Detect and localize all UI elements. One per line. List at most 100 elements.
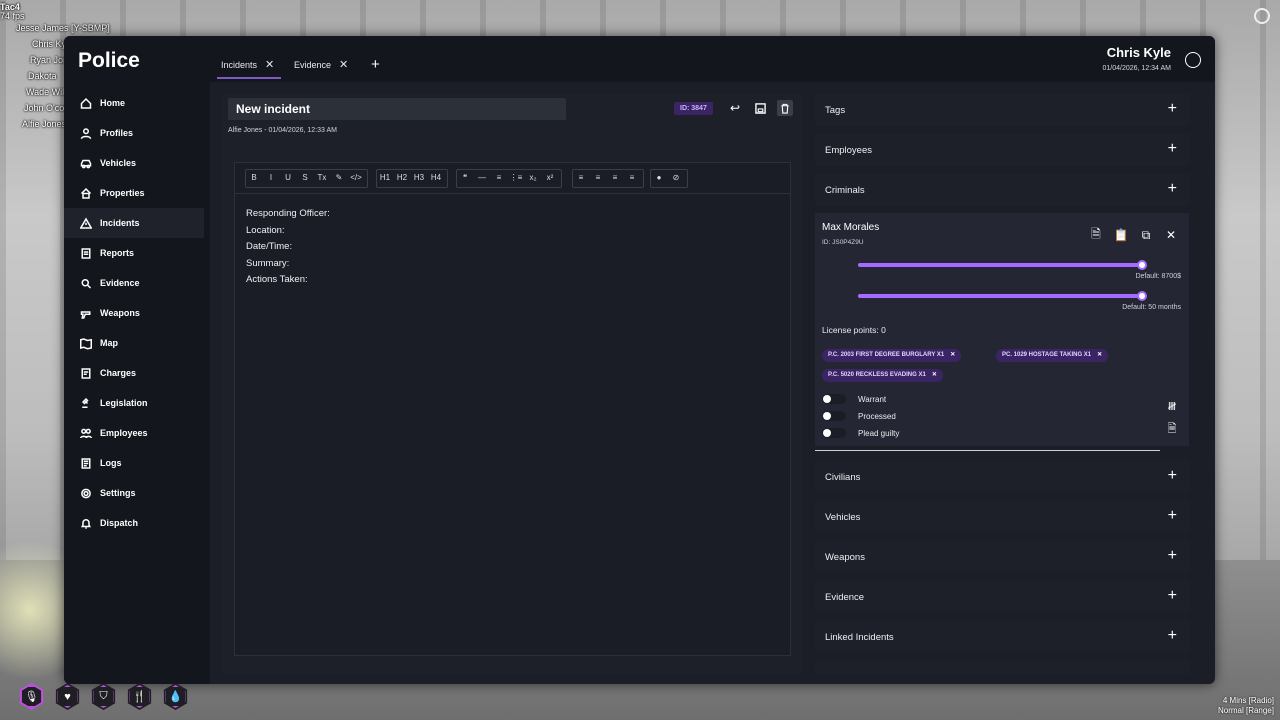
toggle-switch[interactable] — [822, 428, 846, 438]
section-label: Weapons — [825, 551, 865, 563]
toolbar-button[interactable]: I — [264, 171, 278, 185]
sidebar-item-evidence[interactable]: Evidence — [64, 268, 210, 298]
sidebar-item-settings[interactable]: Settings — [64, 478, 210, 508]
toolbar-button[interactable]: H2 — [395, 171, 409, 185]
criminal-card: Max Morales ID: JS0P4Z9U 🗎 📋 ⧉ ✕ Default… — [815, 213, 1189, 446]
account-icon[interactable] — [1185, 52, 1201, 68]
sidebar-item-map[interactable]: Map — [64, 328, 210, 358]
close-icon[interactable]: ✕ — [265, 58, 274, 71]
plus-icon[interactable]: + — [1168, 180, 1177, 198]
section-weapons[interactable]: Weapons + — [815, 541, 1189, 573]
toolbar-button[interactable]: Tx — [315, 171, 329, 185]
section-employees[interactable]: Employees + — [815, 134, 1189, 166]
toolbar-button[interactable]: H1 — [378, 171, 392, 185]
section-evidence[interactable]: Evidence + — [815, 581, 1189, 613]
clipboard-icon[interactable]: 📋 — [1113, 227, 1129, 243]
document-icon[interactable]: 🗎 — [1088, 227, 1104, 243]
toolbar-button[interactable]: U — [281, 171, 295, 185]
close-icon[interactable]: ✕ — [1097, 352, 1102, 358]
sidebar-item-employees[interactable]: Employees — [64, 418, 210, 448]
close-icon[interactable]: ✕ — [339, 58, 348, 71]
plus-icon[interactable]: + — [1168, 507, 1177, 525]
sidebar-item-reports[interactable]: Reports — [64, 238, 210, 268]
editor-content[interactable]: Responding Officer: Location: Date/Time: Su… — [246, 206, 330, 289]
tab-label: Incidents — [221, 59, 258, 70]
toolbar-button[interactable]: H3 — [412, 171, 426, 185]
incident-id-badge: ID: 3847 — [674, 102, 713, 115]
toolbar-button[interactable]: ≡ — [591, 171, 605, 185]
toolbar-button[interactable]: B — [247, 171, 261, 185]
section-criminals[interactable]: Criminals + — [815, 174, 1189, 206]
plus-icon[interactable]: + — [1168, 467, 1177, 485]
sidebar-item-label: Logs — [100, 458, 122, 468]
toggle-warrant[interactable]: Warrant — [822, 394, 886, 404]
undo-icon[interactable]: ↩ — [727, 100, 743, 116]
toggle-label: Warrant — [858, 394, 887, 404]
add-tab-button[interactable]: + — [371, 56, 380, 73]
copy-icon[interactable]: ⧉ — [1138, 227, 1154, 243]
close-icon[interactable]: ✕ — [1163, 227, 1179, 243]
plus-icon[interactable]: + — [1168, 140, 1177, 158]
jail-slider-handle[interactable] — [1137, 291, 1147, 301]
plus-icon[interactable]: + — [1168, 100, 1177, 118]
toolbar-button[interactable]: ≡ — [625, 171, 639, 185]
sidebar-item-properties[interactable]: Properties — [64, 178, 210, 208]
sidebar-item-weapons[interactable]: Weapons — [64, 298, 210, 328]
toolbar-button[interactable]: x₂ — [526, 171, 540, 185]
tab-evidence[interactable]: Evidence ✕ — [294, 58, 348, 71]
overlay-fps: 74 fps — [0, 11, 25, 21]
close-icon[interactable]: ✕ — [932, 372, 937, 378]
warning-icon — [80, 217, 92, 229]
plus-icon[interactable]: + — [1168, 587, 1177, 605]
toolbar-button[interactable]: ✎ — [332, 171, 346, 185]
charge-label: PC. 1029 HOSTAGE TAKING X1 — [1002, 352, 1092, 358]
jail-slider[interactable] — [858, 291, 1147, 301]
toolbar-button[interactable]: ● — [652, 171, 666, 185]
close-icon[interactable]: ✕ — [950, 352, 955, 358]
section-tags[interactable]: Tags + — [815, 94, 1189, 126]
sidebar-item-legislation[interactable]: Legislation — [64, 388, 210, 418]
toolbar-button[interactable]: ≡ — [608, 171, 622, 185]
fine-slider-handle[interactable] — [1137, 260, 1147, 270]
charge-label: P.C. 2003 FIRST DEGREE BURGLARY X1 — [828, 352, 945, 358]
toggle-switch[interactable] — [822, 411, 846, 421]
toolbar-button[interactable]: — — [475, 171, 489, 185]
sidebar-item-dispatch[interactable]: Dispatch — [64, 508, 210, 538]
toolbar-button[interactable]: ≡ — [492, 171, 506, 185]
sidebar-item-profiles[interactable]: Profiles — [64, 118, 210, 148]
toolbar-button[interactable]: ≡ — [574, 171, 588, 185]
incident-title-input[interactable]: New incident — [228, 98, 566, 120]
section-vehicles[interactable]: Vehicles + — [815, 501, 1189, 533]
toolbar-button[interactable]: </> — [349, 171, 363, 185]
toggle-plead-guilty[interactable]: Plead guilty — [822, 428, 899, 438]
toggle-processed[interactable]: Processed — [822, 411, 896, 421]
save-icon[interactable] — [752, 100, 768, 116]
tally-icon[interactable]: 𝍸 — [1165, 398, 1179, 413]
rich-text-editor[interactable]: B I U S Tx ✎ </> H1 H2 H3 H4 ❝ — ≡ ⋮≡ x₂ x² ≡ ≡ ≡ ≡ ● ⊘ Respon… — [234, 162, 791, 656]
toolbar-button[interactable]: H4 — [429, 171, 443, 185]
delete-icon[interactable] — [777, 100, 793, 116]
sidebar-item-home[interactable]: Home — [64, 88, 210, 118]
voice-radio: 4 Mins [Radio] — [1222, 696, 1274, 705]
plus-icon[interactable]: + — [1168, 627, 1177, 645]
toggle-label: Processed — [858, 411, 896, 421]
toolbar-button[interactable]: ❝ — [458, 171, 472, 185]
section-linked-incidents[interactable]: Linked Incidents + — [815, 621, 1189, 653]
section-civilians[interactable]: Civilians + — [815, 461, 1189, 493]
toolbar-button[interactable]: ⋮≡ — [509, 171, 523, 185]
sidebar-item-logs[interactable]: Logs — [64, 448, 210, 478]
sidebar-item-vehicles[interactable]: Vehicles — [64, 148, 210, 178]
section-label: Tags — [825, 104, 846, 116]
toolbar-button[interactable]: S — [298, 171, 312, 185]
sidebar-item-incidents[interactable]: Incidents — [64, 208, 204, 238]
sidebar-item-charges[interactable]: Charges — [64, 358, 210, 388]
tab-incidents[interactable]: Incidents ✕ — [216, 58, 282, 79]
file-icon[interactable]: 🗎 — [1165, 420, 1179, 435]
divider — [815, 450, 1160, 451]
fine-slider[interactable] — [858, 260, 1147, 270]
toolbar-button[interactable]: ⊘ — [669, 171, 683, 185]
toggle-switch[interactable] — [822, 394, 846, 404]
plus-icon[interactable]: + — [1168, 547, 1177, 565]
editor-line: Summary: — [246, 257, 290, 269]
toolbar-button[interactable]: x² — [543, 171, 557, 185]
